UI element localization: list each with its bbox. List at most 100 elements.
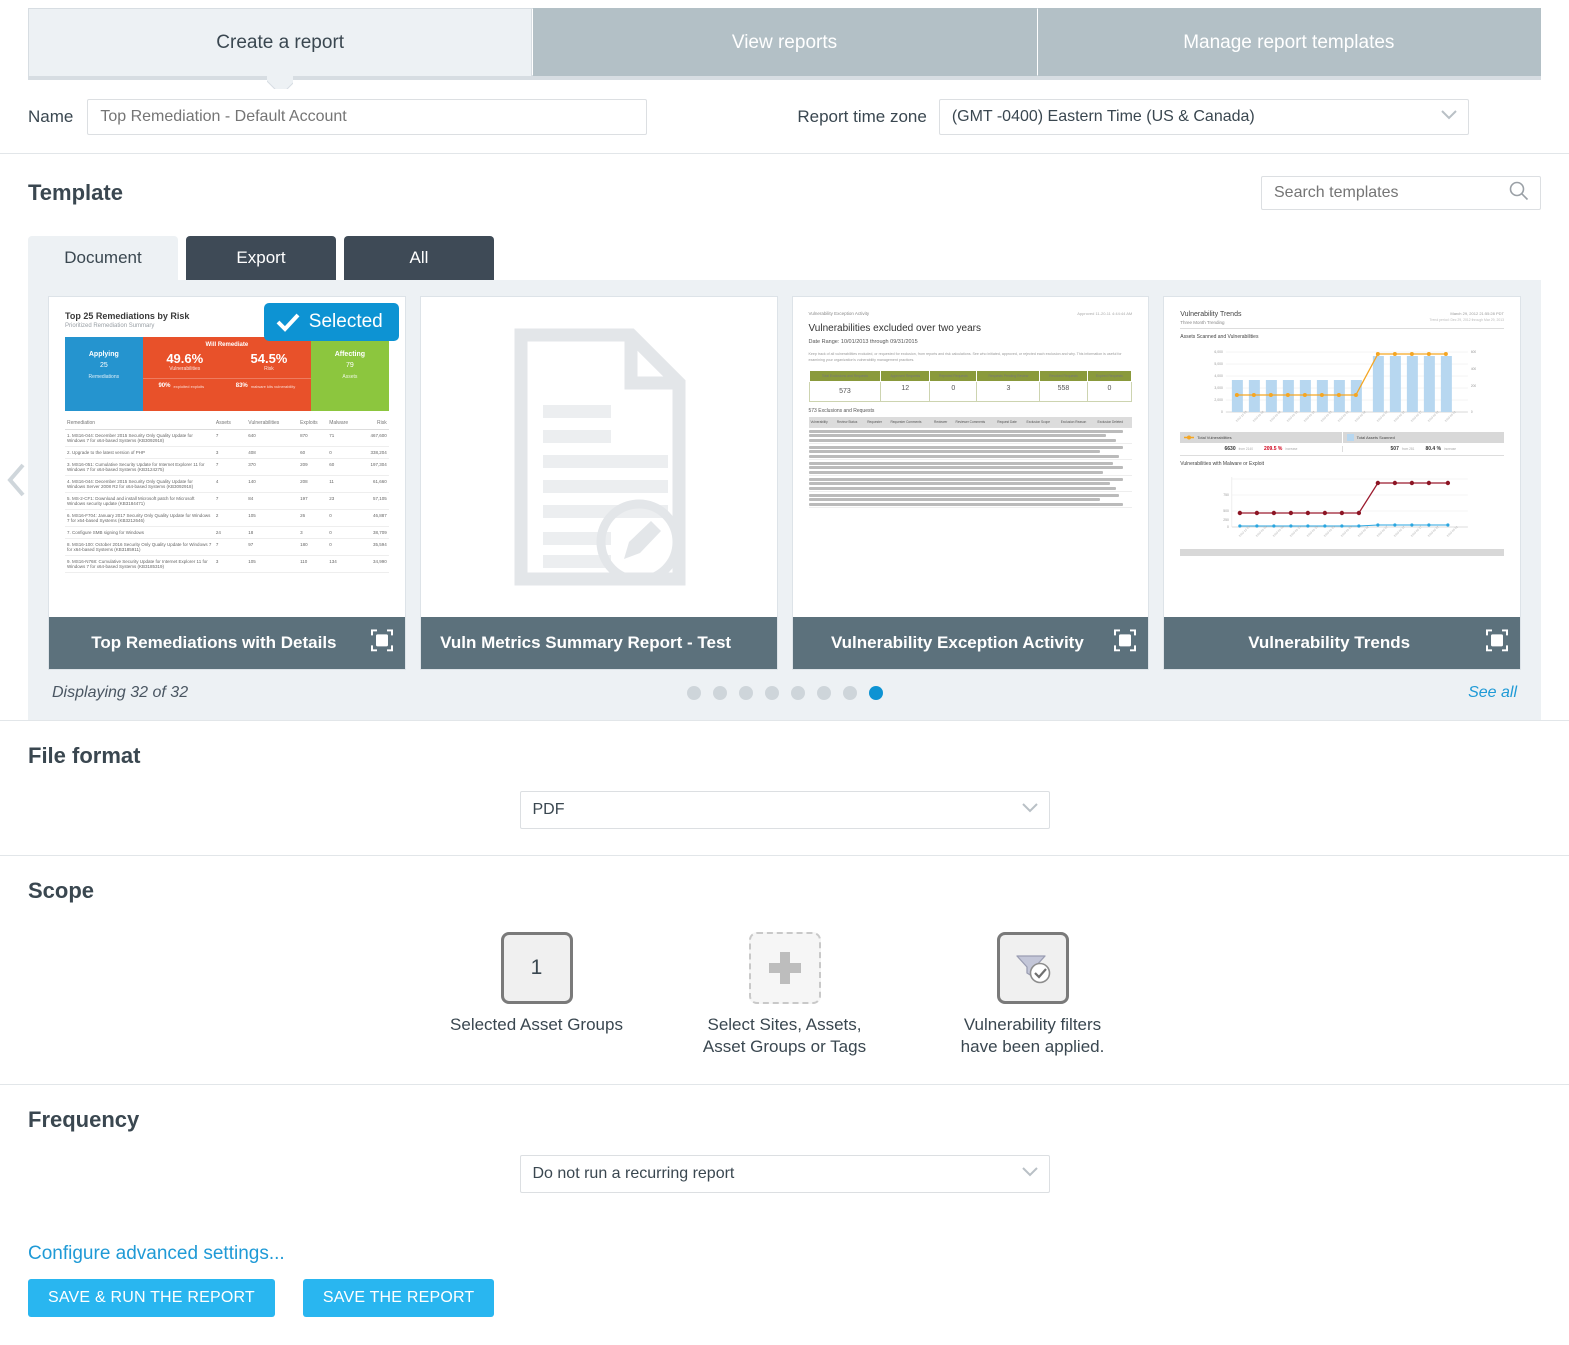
report-name-input[interactable] [87, 99, 647, 135]
carousel-dot[interactable] [687, 686, 701, 700]
table-row: Vulnerability Review Status Requester Re… [809, 417, 1133, 428]
search-icon[interactable] [1508, 180, 1530, 207]
template-tab-export[interactable]: Export [186, 236, 336, 280]
carousel-dot[interactable] [843, 686, 857, 700]
carousel-dot-active[interactable] [869, 686, 883, 700]
plus-icon [765, 948, 805, 988]
configure-advanced-settings-link[interactable]: Configure advanced settings... [28, 1243, 285, 1265]
svg-text:200: 200 [1471, 384, 1477, 388]
tile-foot1: 90% [158, 383, 170, 389]
tile-foot2: 83% [236, 383, 248, 389]
template-thumbnail: Vulnerability Trends Three Month Trendin… [1164, 297, 1520, 617]
legend2-from: from 281 [1402, 447, 1415, 451]
legend2-value: 507 [1391, 446, 1399, 452]
svg-text:250: 250 [1223, 518, 1229, 522]
preview-tile-will-remediate: Will Remediate 49.6% Vulnerabilities 54.… [143, 337, 311, 411]
template-card-title: Vuln Metrics Summary Report - Test [440, 632, 731, 653]
table-row: 9. MS16-N768: Cumulative Security Update… [65, 556, 389, 573]
preview-kicker: Vulnerability Exception Activity [809, 311, 870, 316]
preview-stamp: Approved 11-20-11 4:44:44 AM [1077, 311, 1132, 316]
legend2-pct: 80.4 % [1425, 446, 1441, 452]
svg-text:0: 0 [1221, 410, 1223, 414]
svg-text:750: 750 [1223, 493, 1229, 497]
scope-caption: Selected Asset Groups [442, 1014, 632, 1036]
add-targets-button[interactable] [749, 932, 821, 1004]
preview-tiles: Applying 25 Remediations Will Remediate … [65, 337, 389, 411]
template-tab-label: Document [64, 248, 141, 267]
timezone-select[interactable]: (GMT -0400) Eastern Time (US & Canada) [939, 99, 1469, 135]
chart-assets-scanned-and-vulnerabilities: 6,0005,000 4,0003,000 2,0000 [1180, 342, 1504, 430]
expand-icon[interactable] [1114, 629, 1136, 656]
table-row: 4. MS16-044: December 2015 Security Only… [65, 476, 389, 493]
preview-exception-activity: Vulnerability Exception Activity Approve… [799, 303, 1143, 611]
chart1-legend-values: 6630 from 2140 209.5 % increase 507 from… [1180, 443, 1504, 456]
template-card-top-remediations[interactable]: Selected Top 25 Remediations by Risk Pri… [48, 296, 406, 670]
tile-foot1-cap: exploited exploits [173, 384, 204, 389]
carousel-prev-button[interactable] [4, 460, 30, 500]
template-card-title-bar: Vulnerability Exception Activity [793, 617, 1149, 669]
see-all-link[interactable]: See all [1468, 684, 1517, 702]
save-and-run-report-button[interactable]: SAVE & RUN THE REPORT [28, 1279, 275, 1317]
template-title: Template [28, 180, 123, 206]
scope-caption: Select Sites, Assets, Asset Groups or Ta… [690, 1014, 880, 1058]
legend1-value: 6630 [1224, 446, 1235, 452]
tile-title: Will Remediate [143, 342, 311, 348]
template-card-title-bar: Vulnerability Trends [1164, 617, 1520, 669]
carousel-dot[interactable] [765, 686, 779, 700]
tab-manage-report-templates[interactable]: Manage report templates [1037, 8, 1541, 76]
template-carousel: Selected Top 25 Remediations by Risk Pri… [28, 280, 1541, 720]
carousel-dot[interactable] [713, 686, 727, 700]
col-assets: Assets [214, 417, 246, 430]
carousel-dot[interactable] [739, 686, 753, 700]
tab-view-reports[interactable]: View reports [532, 8, 1036, 76]
action-buttons: SAVE & RUN THE REPORT SAVE THE REPORT [28, 1279, 1541, 1317]
frequency-select[interactable]: Do not run a recurring report [520, 1155, 1050, 1193]
table-row [809, 476, 1133, 492]
template-thumbnail: Top 25 Remediations by Risk Prioritized … [49, 297, 405, 617]
table-row: Total Exclusions and Requests Approved R… [809, 371, 1132, 382]
template-search-box[interactable] [1261, 176, 1541, 210]
frequency-title: Frequency [28, 1107, 1541, 1133]
preview-heading: Vulnerability Trends [1180, 311, 1241, 318]
expand-icon[interactable] [371, 629, 393, 656]
tile-value: 25 [65, 362, 143, 369]
legend1-dir: increase [1285, 447, 1297, 451]
table-row: 1. MS16-044: December 2015 Security Only… [65, 430, 389, 447]
chevron-down-icon [1440, 108, 1458, 126]
table-row: 3. MS16-051: Cumulative Security Update … [65, 459, 389, 476]
template-tab-document[interactable]: Document [28, 236, 178, 280]
preview-stamp-line2: Trend period: Dec 29, 2012 through Mar 2… [1429, 318, 1504, 322]
selected-asset-groups-button[interactable]: 1 [501, 932, 573, 1004]
legend-total-assets-scanned: Total Assets Scanned [1357, 435, 1395, 440]
vulnerability-filters-button[interactable] [997, 932, 1069, 1004]
file-format-title: File format [28, 743, 1541, 769]
template-card-vulnerability-trends[interactable]: Vulnerability Trends Three Month Trendin… [1163, 296, 1521, 670]
carousel-dot[interactable] [817, 686, 831, 700]
preview-chart1-title: Assets Scanned and Vulnerabilities [1180, 334, 1504, 340]
tile-foot2-cap: malware kits vulnerability [251, 384, 295, 389]
col-remediation: Remediation [65, 417, 214, 430]
tab-create-a-report[interactable]: Create a report [28, 8, 532, 76]
tile-caption: Assets [311, 374, 389, 380]
active-tab-pointer [267, 76, 293, 89]
legend-total-vulnerabilities: Total Vulnerabilities [1197, 435, 1231, 440]
search-templates-input[interactable] [1272, 183, 1508, 203]
filter-check-icon [1013, 950, 1053, 986]
template-card-vuln-metrics-summary[interactable]: Vuln Metrics Summary Report - Test [420, 296, 778, 670]
template-card-vuln-exception-activity[interactable]: Vulnerability Exception Activity Approve… [792, 296, 1150, 670]
template-tab-all[interactable]: All [344, 236, 494, 280]
svg-text:500: 500 [1223, 509, 1229, 513]
frequency-value: Do not run a recurring report [533, 1165, 735, 1183]
preview-subheading: Three Month Trending [1180, 320, 1241, 325]
file-format-select[interactable]: PDF [520, 791, 1050, 829]
table-row: 573 12 0 3 558 0 [809, 382, 1132, 402]
preview-table-caption: 573 Exclusions and Requests [809, 408, 1133, 414]
file-format-value: PDF [533, 801, 565, 819]
report-name-row: Name Report time zone (GMT -0400) Easter… [0, 80, 1569, 154]
save-report-button[interactable]: SAVE THE REPORT [303, 1279, 494, 1317]
preview-blurb: Keep track of all vulnerabilities exclud… [809, 351, 1133, 363]
carousel-footer: Displaying 32 of 32 See all [48, 670, 1521, 706]
carousel-dot[interactable] [791, 686, 805, 700]
svg-text:2,000: 2,000 [1215, 398, 1224, 402]
expand-icon[interactable] [1486, 629, 1508, 656]
